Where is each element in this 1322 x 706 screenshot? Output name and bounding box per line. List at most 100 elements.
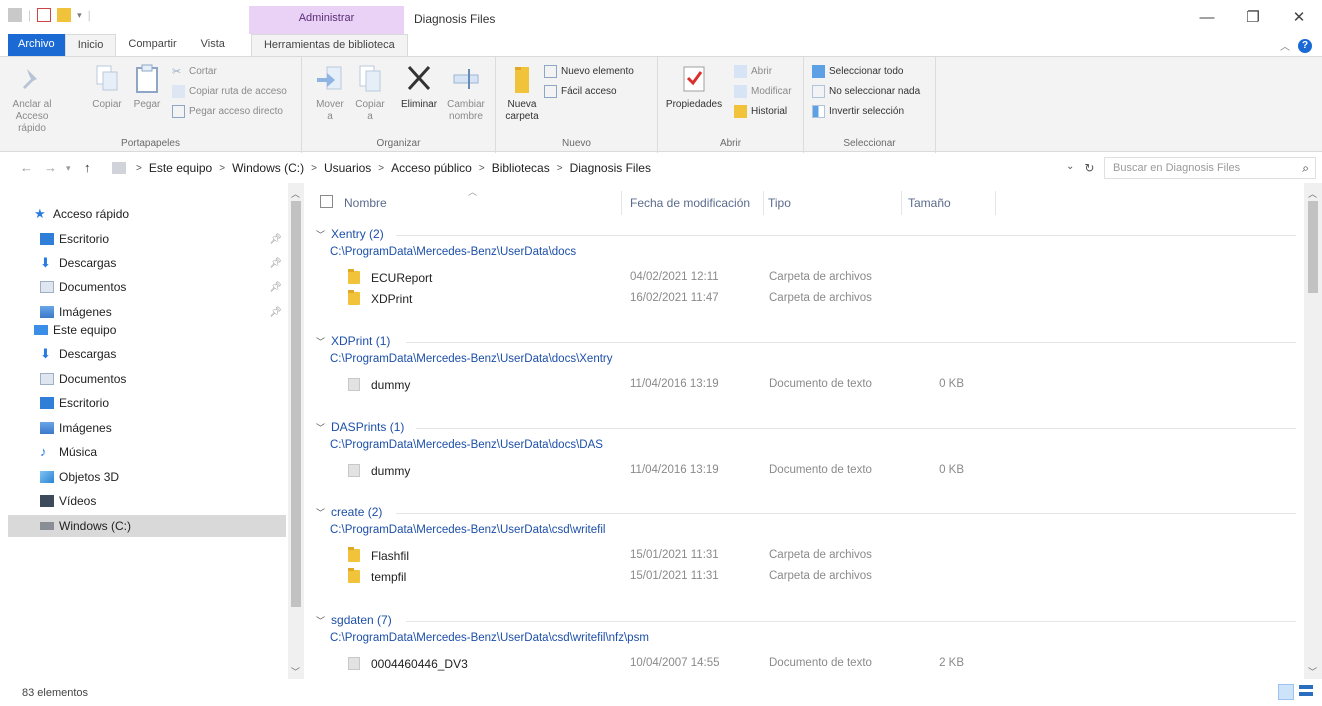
group-header[interactable]: ﹀ DASPrints (1) xyxy=(316,420,404,434)
breadcrumb[interactable]: > Este equipo > Windows (C:) > Usuarios … xyxy=(112,157,1094,179)
table-row[interactable]: dummy 11/04/2016 13:19 Documento de text… xyxy=(344,374,1304,395)
pin-icon[interactable]: 📌︎ xyxy=(269,234,282,245)
nav-scrollbar[interactable]: ︿ ﹀ xyxy=(288,183,304,679)
close-button[interactable]: ✕ xyxy=(1276,0,1322,34)
tab-file[interactable]: Archivo xyxy=(8,34,65,56)
copy-path-button[interactable]: Copiar ruta de acceso xyxy=(172,85,287,98)
edit-button[interactable]: Modificar xyxy=(734,85,792,98)
tab-library-tools[interactable]: Herramientas de biblioteca xyxy=(250,34,408,56)
column-header-name[interactable]: Nombre ︿ xyxy=(344,187,622,215)
chevron-down-icon[interactable]: ﹀ xyxy=(316,614,325,627)
help-icon[interactable]: ? xyxy=(1298,38,1312,53)
select-all-button[interactable]: Seleccionar todo xyxy=(812,65,904,78)
forward-arrow-icon[interactable]: → xyxy=(44,160,57,175)
search-input[interactable]: Buscar en Diagnosis Files ⌕ xyxy=(1104,157,1316,179)
column-header-size[interactable]: Tamaño xyxy=(908,191,996,215)
nav-pc-pictures[interactable]: Imágenes xyxy=(8,417,286,439)
back-arrow-icon[interactable]: ← xyxy=(20,160,33,175)
tab-home[interactable]: Inicio xyxy=(64,34,117,56)
delete-button[interactable]: Eliminar xyxy=(398,63,440,111)
nav-pc-videos[interactable]: Vídeos xyxy=(8,490,286,512)
column-header-type[interactable]: Tipo xyxy=(768,191,902,215)
easy-access-button[interactable]: Fácil acceso xyxy=(544,85,617,98)
large-icons-view-icon[interactable] xyxy=(1298,684,1314,700)
nav-quick-documents[interactable]: Documentos 📌︎ xyxy=(8,276,286,298)
nav-pc-desktop[interactable]: Escritorio xyxy=(8,392,286,414)
collapse-ribbon-icon[interactable]: ︿ xyxy=(1280,38,1290,53)
chevron-down-icon[interactable]: ﹀ xyxy=(316,228,325,241)
invert-selection-button[interactable]: Invertir selección xyxy=(812,105,904,118)
table-row[interactable]: XDPrint 16/02/2021 11:47 Carpeta de arch… xyxy=(344,288,1304,309)
nav-quick-access[interactable]: ★ Acceso rápido xyxy=(8,203,286,225)
recent-locations-icon[interactable]: ▾ xyxy=(66,163,71,174)
group-header[interactable]: ﹀ sgdaten (7) xyxy=(316,613,392,627)
nav-pc-music[interactable]: ♪ Música xyxy=(8,441,286,463)
move-to-button[interactable]: Mover a xyxy=(312,63,348,123)
file-list-scroll-thumb[interactable] xyxy=(1308,201,1318,293)
file-list-scrollbar[interactable]: ︿ ﹀ xyxy=(1304,183,1322,679)
table-row[interactable]: dummy 11/04/2016 13:19 Documento de text… xyxy=(344,460,1304,481)
crumb-windows-c[interactable]: Windows (C:) xyxy=(229,161,307,175)
nav-pc-documents[interactable]: Documentos xyxy=(8,368,286,390)
crumb-public[interactable]: Acceso público xyxy=(388,161,475,175)
group-header[interactable]: ﹀ XDPrint (1) xyxy=(316,334,390,348)
table-row[interactable]: tempfil 15/01/2021 11:31 Carpeta de arch… xyxy=(344,566,1304,587)
copy-button[interactable]: Copiar xyxy=(90,63,124,111)
paste-shortcut-button[interactable]: Pegar acceso directo xyxy=(172,105,283,118)
nav-pc-downloads[interactable]: ⬇ Descargas xyxy=(8,343,286,365)
open-button[interactable]: Abrir xyxy=(734,65,772,78)
scroll-down-icon[interactable]: ﹀ xyxy=(291,665,300,678)
tab-view[interactable]: Vista xyxy=(189,34,237,56)
scroll-down-icon[interactable]: ﹀ xyxy=(1308,665,1317,678)
group-title: Xentry (2) xyxy=(331,227,384,241)
nav-label: Imágenes xyxy=(59,305,112,319)
rename-button[interactable]: Cambiar nombre xyxy=(444,63,488,123)
history-button[interactable]: Historial xyxy=(734,105,787,118)
group-header[interactable]: ﹀ Xentry (2) xyxy=(316,227,384,241)
address-dropdown-icon[interactable]: ⌄ xyxy=(1066,161,1074,175)
nav-quick-downloads[interactable]: ⬇ Descargas 📌︎ xyxy=(8,252,286,274)
properties-button[interactable]: Propiedades xyxy=(664,63,724,111)
open-icon xyxy=(734,65,747,78)
details-view-icon[interactable] xyxy=(1278,684,1294,700)
crumb-this-pc[interactable]: Este equipo xyxy=(146,161,215,175)
new-folder-button[interactable]: Nueva carpeta xyxy=(502,63,542,123)
pin-icon[interactable]: 📌︎ xyxy=(269,258,282,269)
group-divider xyxy=(396,513,1296,514)
customize-toolbar-icon[interactable]: ▾ xyxy=(77,10,82,21)
table-row[interactable]: 0004460446_DV3 10/04/2007 14:55 Document… xyxy=(344,653,1304,674)
chevron-down-icon[interactable]: ﹀ xyxy=(316,335,325,348)
nav-pc-windows-c[interactable]: Windows (C:) xyxy=(8,515,286,537)
up-arrow-icon[interactable]: ↑ xyxy=(84,160,91,175)
minimize-button[interactable]: — xyxy=(1184,0,1230,34)
new-folder-icon[interactable] xyxy=(57,8,72,22)
chevron-down-icon[interactable]: ﹀ xyxy=(316,421,325,434)
new-item-button[interactable]: Nuevo elemento xyxy=(544,65,634,78)
properties-icon[interactable] xyxy=(37,8,52,22)
pin-icon[interactable]: 📌︎ xyxy=(269,282,282,293)
refresh-icon[interactable]: ↻ xyxy=(1084,161,1094,175)
table-row[interactable]: Flashfil 15/01/2021 11:31 Carpeta de arc… xyxy=(344,545,1304,566)
crumb-libraries[interactable]: Bibliotecas xyxy=(489,161,553,175)
nav-this-pc[interactable]: Este equipo xyxy=(8,319,286,341)
group-header[interactable]: ﹀ create (2) xyxy=(316,505,382,519)
crumb-diagnosis-files[interactable]: Diagnosis Files xyxy=(567,161,654,175)
maximize-button[interactable]: ❐ xyxy=(1230,0,1276,34)
select-none-button[interactable]: No seleccionar nada xyxy=(812,85,920,98)
tab-share[interactable]: Compartir xyxy=(116,34,188,56)
copy-to-button[interactable]: Copiar a xyxy=(352,63,388,123)
crumb-users[interactable]: Usuarios xyxy=(321,161,374,175)
scroll-up-icon[interactable]: ︿ xyxy=(1308,187,1317,200)
cut-button[interactable]: ✂ Cortar xyxy=(172,65,217,78)
scroll-up-icon[interactable]: ︿ xyxy=(291,187,300,200)
pin-quick-access-button[interactable]: Anclar al Acceso rápido xyxy=(10,63,54,135)
nav-pc-3d-objects[interactable]: Objetos 3D xyxy=(8,466,286,488)
nav-quick-desktop[interactable]: Escritorio 📌︎ xyxy=(8,228,286,250)
select-all-checkbox[interactable] xyxy=(320,195,333,208)
table-row[interactable]: ECUReport 04/02/2021 12:11 Carpeta de ar… xyxy=(344,267,1304,288)
nav-scroll-thumb[interactable] xyxy=(291,201,301,607)
pin-icon[interactable]: 📌︎ xyxy=(269,307,282,318)
chevron-down-icon[interactable]: ﹀ xyxy=(316,506,325,519)
paste-button[interactable]: Pegar xyxy=(130,63,164,111)
column-header-date[interactable]: Fecha de modificación xyxy=(630,191,764,215)
